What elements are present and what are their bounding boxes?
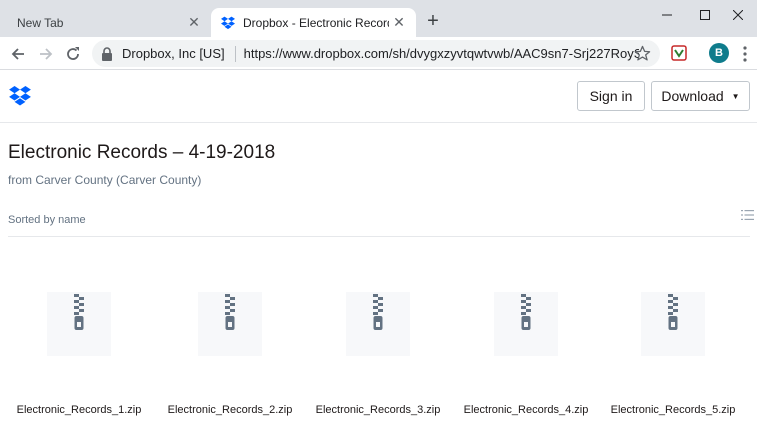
extension-icon[interactable]	[671, 45, 687, 61]
file-thumbnail[interactable]	[641, 292, 705, 356]
address-bar[interactable]: Dropbox, Inc [US] https://www.dropbox.co…	[92, 40, 660, 67]
file-tile[interactable]: Electronic_Records_1.zip	[5, 292, 153, 432]
file-thumbnail[interactable]	[494, 292, 558, 356]
file-name[interactable]: Electronic_Records_5.zip	[599, 404, 747, 416]
divider	[8, 236, 750, 237]
file-tile[interactable]: Electronic_Records_5.zip	[599, 292, 747, 432]
lock-icon[interactable]	[101, 46, 113, 61]
dropbox-favicon-icon	[221, 16, 235, 29]
profile-avatar[interactable]: B	[709, 43, 729, 63]
file-name[interactable]: Electronic_Records_4.zip	[452, 404, 600, 416]
new-tab-button[interactable]: +	[422, 11, 444, 33]
minimize-icon	[662, 14, 672, 16]
maximize-icon	[700, 10, 710, 20]
close-window-button[interactable]	[719, 0, 757, 30]
caret-down-icon: ▼	[731, 91, 740, 101]
download-label: Download	[661, 88, 724, 104]
back-button[interactable]	[6, 42, 30, 66]
close-icon[interactable]: ✕	[392, 15, 406, 29]
tab-label: Dropbox - Electronic Records – 4-19-2018	[243, 15, 389, 30]
zip-file-icon	[225, 294, 235, 330]
page-title: Electronic Records – 4-19-2018	[8, 142, 276, 163]
file-tile[interactable]: Electronic_Records_3.zip	[304, 292, 452, 432]
file-name[interactable]: Electronic_Records_2.zip	[156, 404, 304, 416]
close-icon[interactable]: ✕	[187, 15, 201, 29]
minimize-window-button[interactable]	[648, 0, 686, 30]
download-button[interactable]: Download ▼	[651, 81, 750, 111]
more-vertical-icon[interactable]	[738, 44, 752, 64]
file-thumbnail[interactable]	[198, 292, 262, 356]
folder-owner: from Carver County (Carver County)	[8, 173, 202, 187]
forward-button[interactable]	[34, 42, 58, 66]
sign-in-button[interactable]: Sign in	[577, 81, 645, 111]
arrow-right-icon	[40, 48, 53, 60]
file-name[interactable]: Electronic_Records_3.zip	[304, 404, 452, 416]
tab-new-tab[interactable]: New Tab ✕	[0, 8, 211, 37]
reload-icon	[67, 47, 79, 60]
site-identity: Dropbox, Inc [US]	[122, 46, 225, 61]
dropbox-header: Sign in Download ▼	[0, 71, 757, 123]
dropbox-logo-icon[interactable]	[9, 86, 31, 106]
file-tile[interactable]: Electronic_Records_4.zip	[452, 292, 600, 432]
file-name[interactable]: Electronic_Records_1.zip	[5, 404, 153, 416]
file-tile[interactable]: Electronic_Records_2.zip	[156, 292, 304, 432]
zip-file-icon	[373, 294, 383, 330]
file-thumbnail[interactable]	[346, 292, 410, 356]
tab-label: New Tab	[17, 15, 64, 30]
browser-toolbar: Dropbox, Inc [US] https://www.dropbox.co…	[0, 37, 757, 70]
close-icon	[733, 10, 743, 20]
browser-tab-strip: New Tab ✕ Dropbox - Electronic Records –…	[0, 0, 757, 37]
omnibox-divider	[234, 45, 236, 62]
reload-button[interactable]	[61, 42, 85, 66]
sort-label[interactable]: Sorted by name	[8, 214, 86, 226]
zip-file-icon	[521, 294, 531, 330]
arrow-left-icon	[11, 48, 24, 60]
tab-dropbox[interactable]: Dropbox - Electronic Records – 4-19-2018…	[211, 8, 416, 37]
list-view-icon[interactable]	[741, 209, 754, 221]
file-thumbnail[interactable]	[47, 292, 111, 356]
zip-file-icon	[668, 294, 678, 330]
url-text[interactable]: https://www.dropbox.com/sh/dvygxzyvtqwtv…	[244, 46, 639, 61]
zip-file-icon	[74, 294, 84, 330]
bookmark-star-icon[interactable]	[634, 45, 651, 62]
